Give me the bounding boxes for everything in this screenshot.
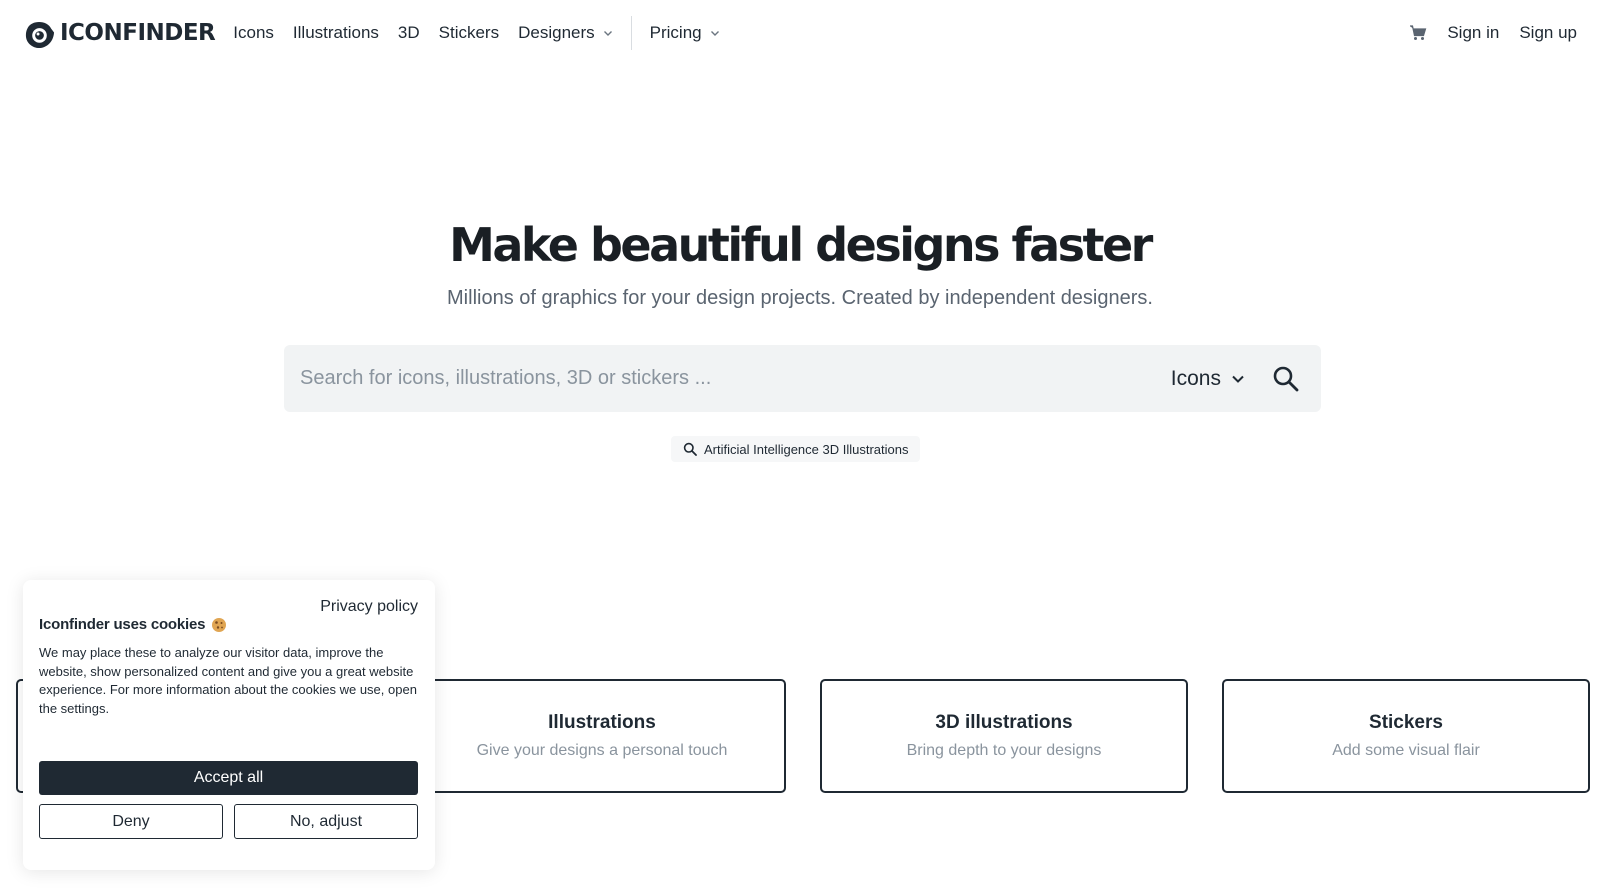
nav-pricing-label: Pricing [649, 23, 702, 42]
sign-in-link[interactable]: Sign in [1447, 23, 1499, 43]
search-suggestion[interactable]: Artificial Intelligence 3D Illustrations [671, 436, 921, 462]
search-suggestion-label: Artificial Intelligence 3D Illustrations [704, 441, 909, 457]
chevron-down-icon [710, 31, 719, 36]
search-bar: Icons [284, 345, 1321, 412]
logo[interactable]: ICONFINDER [23, 17, 216, 50]
hero-subtitle: Millions of graphics for your design pro… [447, 287, 1153, 309]
cookie-title: Iconfinder uses cookies [39, 616, 227, 633]
search-icon [1273, 366, 1299, 391]
main-nav: Icons Illustrations 3D Stickers Designer… [233, 0, 738, 66]
search-button[interactable] [1271, 364, 1301, 394]
nav-illustrations[interactable]: Illustrations [293, 23, 379, 43]
search-type-label: Icons [1170, 366, 1221, 390]
nav-designers[interactable]: Designers [518, 23, 613, 43]
category-card-subtitle: Bring depth to your designs [906, 742, 1102, 759]
chevron-down-icon [1232, 375, 1244, 383]
cookie-icon [212, 617, 227, 632]
search-icon [683, 442, 697, 456]
cookie-description: We may place these to analyze our visito… [39, 645, 417, 716]
category-card-subtitle: Add some visual flair [1332, 742, 1480, 759]
category-card-stickers[interactable]: Stickers Add some visual flair [1222, 679, 1590, 793]
search-type-dropdown[interactable]: Icons [1171, 367, 1245, 391]
site-header: ICONFINDER Icons Illustrations 3D Sticke… [0, 0, 1600, 66]
category-card-3d[interactable]: 3D illustrations Bring depth to your des… [820, 679, 1188, 793]
iconfinder-logo-icon [25, 21, 55, 48]
brand-name: ICONFINDER [60, 20, 216, 46]
hero-title-post: faster [998, 218, 1154, 272]
cookie-banner: Privacy policy Iconfinder uses cookies W… [23, 580, 435, 870]
search-input[interactable] [300, 367, 1171, 390]
no-adjust-button[interactable]: No, adjust [234, 804, 418, 839]
nav-designers-label: Designers [518, 23, 595, 42]
cart-icon[interactable] [1409, 24, 1427, 42]
nav-divider [630, 16, 632, 50]
privacy-policy-link[interactable]: Privacy policy [320, 598, 418, 616]
sign-up-link[interactable]: Sign up [1519, 23, 1577, 43]
chevron-down-icon [603, 31, 612, 36]
hero-title-highlight-text: beautiful designs [590, 218, 1001, 272]
nav-pricing[interactable]: Pricing [650, 23, 720, 43]
category-card-title: Stickers [1369, 712, 1443, 733]
nav-icons[interactable]: Icons [233, 23, 274, 43]
hero-title-pre: Make [449, 218, 590, 272]
category-card-subtitle: Give your designs a personal touch [476, 742, 728, 759]
hero-title: Make beautiful designs faster [0, 218, 1600, 280]
nav-stickers[interactable]: Stickers [439, 23, 499, 43]
deny-button[interactable]: Deny [39, 804, 223, 839]
category-card-title: Illustrations [548, 712, 656, 733]
category-card-title: 3D illustrations [935, 712, 1073, 733]
category-card-illustrations[interactable]: Illustrations Give your designs a person… [418, 679, 786, 793]
cookie-title-text: Iconfinder uses cookies [39, 616, 206, 633]
hero-title-highlight: beautiful designs [590, 218, 1001, 280]
header-actions: Sign in Sign up [1409, 23, 1577, 43]
accept-all-button[interactable]: Accept all [39, 761, 418, 795]
nav-3d[interactable]: 3D [398, 23, 420, 43]
